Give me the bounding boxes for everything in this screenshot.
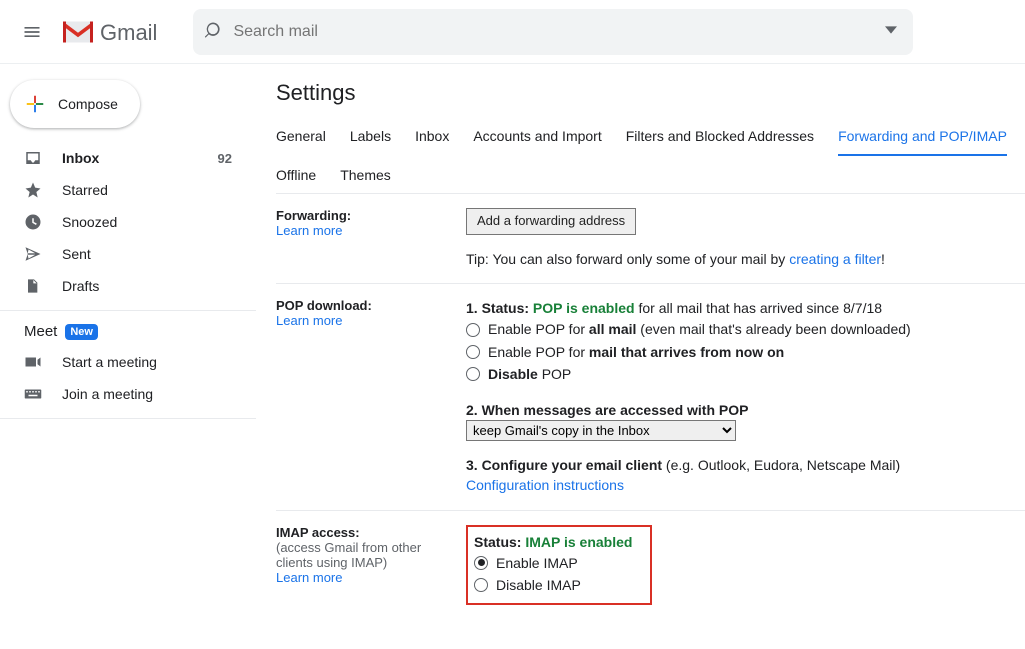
search-bar <box>193 9 913 55</box>
divider <box>0 418 256 419</box>
radio-icon <box>474 556 488 570</box>
sidebar-item-starred[interactable]: Starred <box>0 174 256 206</box>
tab-offline[interactable]: Offline <box>276 159 316 193</box>
imap-option-enable[interactable]: Enable IMAP <box>474 552 632 574</box>
tab-filters[interactable]: Filters and Blocked Addresses <box>626 120 814 155</box>
radio-icon <box>474 578 488 592</box>
sidebar-item-sent[interactable]: Sent <box>0 238 256 270</box>
search-icon[interactable] <box>203 20 223 43</box>
folder-list: Inbox 92 Starred Snoozed Sent Drafts <box>0 142 256 302</box>
page-title: Settings <box>276 80 1025 106</box>
search-input[interactable] <box>223 23 879 41</box>
meet-list: Start a meeting Join a meeting <box>0 346 256 410</box>
imap-status-line: Status: IMAP is enabled <box>474 532 632 552</box>
settings-tabs: General Labels Inbox Accounts and Import… <box>276 116 1025 194</box>
radio-icon <box>466 323 480 337</box>
search-options-button[interactable] <box>879 24 903 39</box>
file-icon <box>24 277 44 295</box>
main-menu-button[interactable] <box>8 8 56 56</box>
sidebar-item-start-meeting[interactable]: Start a meeting <box>0 346 256 378</box>
star-icon <box>24 181 44 199</box>
gmail-icon <box>60 18 96 46</box>
meet-section-header: Meet New <box>0 319 256 346</box>
sidebar-item-drafts[interactable]: Drafts <box>0 270 256 302</box>
add-forwarding-button[interactable]: Add a forwarding address <box>466 208 636 235</box>
pop-option-all-mail[interactable]: Enable POP for all mail (even mail that'… <box>466 318 1015 340</box>
sidebar-item-label: Start a meeting <box>62 354 157 370</box>
sidebar-item-label: Join a meeting <box>62 386 153 402</box>
imap-option-disable[interactable]: Disable IMAP <box>474 574 632 596</box>
sidebar-item-snoozed[interactable]: Snoozed <box>0 206 256 238</box>
section-forwarding: Forwarding: Learn more Add a forwarding … <box>276 194 1025 284</box>
pop-access-line: 2. When messages are accessed with POP k… <box>466 400 1015 441</box>
forwarding-title: Forwarding: <box>276 208 458 223</box>
section-pop: POP download: Learn more 1. Status: POP … <box>276 284 1025 510</box>
app-header: Gmail <box>0 0 1025 64</box>
pop-access-select[interactable]: keep Gmail's copy in the Inbox <box>466 420 736 441</box>
tab-inbox[interactable]: Inbox <box>415 120 449 155</box>
compose-label: Compose <box>58 96 118 112</box>
send-icon <box>24 245 44 263</box>
inbox-icon <box>24 149 44 167</box>
meet-title: Meet <box>24 323 57 340</box>
pop-option-from-now-on[interactable]: Enable POP for mail that arrives from no… <box>466 341 1015 363</box>
learn-more-link[interactable]: Learn more <box>276 313 342 328</box>
radio-icon <box>466 367 480 381</box>
sidebar-item-label: Starred <box>62 182 108 198</box>
create-filter-link[interactable]: creating a filter <box>789 251 881 267</box>
learn-more-link[interactable]: Learn more <box>276 570 342 585</box>
tab-labels[interactable]: Labels <box>350 120 391 155</box>
pop-configure-line: 3. Configure your email client (e.g. Out… <box>466 455 1015 475</box>
learn-more-link[interactable]: Learn more <box>276 223 342 238</box>
sidebar-item-label: Drafts <box>62 278 99 294</box>
sidebar-item-inbox[interactable]: Inbox 92 <box>0 142 256 174</box>
tab-themes[interactable]: Themes <box>340 159 391 193</box>
sidebar-item-label: Sent <box>62 246 91 262</box>
video-icon <box>24 355 44 369</box>
sidebar-item-label: Snoozed <box>62 214 117 230</box>
imap-subtitle: (access Gmail from other clients using I… <box>276 540 458 570</box>
pop-option-disable[interactable]: Disable POP <box>466 363 1015 385</box>
pop-title: POP download: <box>276 298 458 313</box>
plus-icon <box>24 93 46 115</box>
new-badge: New <box>65 324 98 340</box>
caret-down-icon <box>885 24 897 36</box>
app-name: Gmail <box>100 20 157 46</box>
tab-forwarding[interactable]: Forwarding and POP/IMAP <box>838 120 1007 156</box>
unread-count: 92 <box>218 151 240 166</box>
keyboard-icon <box>24 387 44 401</box>
pop-status-line: 1. Status: POP is enabled for all mail t… <box>466 298 1015 318</box>
clock-icon <box>24 213 44 231</box>
hamburger-icon <box>22 22 42 42</box>
settings-pane: Settings General Labels Inbox Accounts a… <box>256 64 1025 649</box>
tab-accounts[interactable]: Accounts and Import <box>473 120 601 155</box>
compose-button[interactable]: Compose <box>10 80 140 128</box>
radio-icon <box>466 345 480 359</box>
configuration-instructions-link[interactable]: Configuration instructions <box>466 477 624 493</box>
divider <box>0 310 256 311</box>
sidebar-item-label: Inbox <box>62 150 99 166</box>
gmail-logo[interactable]: Gmail <box>60 18 157 46</box>
sidebar-item-join-meeting[interactable]: Join a meeting <box>0 378 256 410</box>
forwarding-tip: Tip: You can also forward only some of y… <box>466 249 1015 269</box>
imap-title: IMAP access: <box>276 525 458 540</box>
tab-general[interactable]: General <box>276 120 326 155</box>
sidebar: Compose Inbox 92 Starred Snoozed Sent <box>0 64 256 649</box>
